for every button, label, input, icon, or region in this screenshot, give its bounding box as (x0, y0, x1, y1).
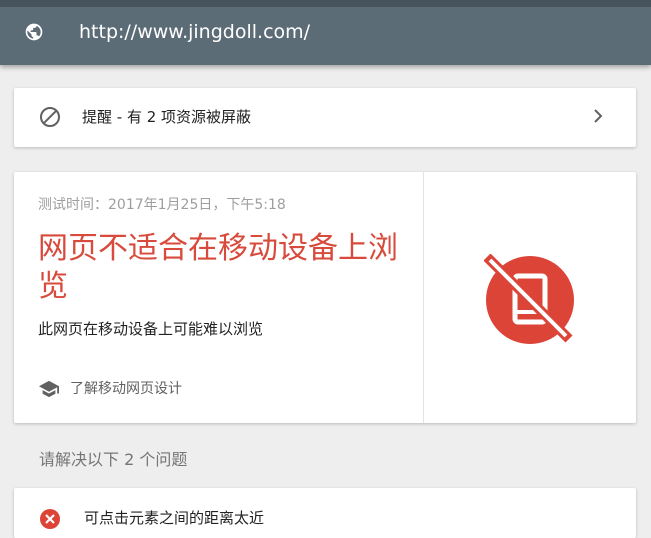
result-title: 网页不适合在移动设备上浏览 (38, 231, 398, 304)
block-icon (39, 106, 61, 128)
url-header-bar: http://www.jingdoll.com/ (0, 0, 651, 65)
error-icon (39, 508, 61, 530)
result-description: 此网页在移动设备上可能难以浏览 (38, 320, 264, 338)
result-details: 测试时间：2017年1月25日，下午5:18 网页不适合在移动设备上浏览 此网页… (14, 172, 424, 423)
mobile-friendly-result-card: 测试时间：2017年1月25日，下午5:18 网页不适合在移动设备上浏览 此网页… (14, 172, 636, 423)
school-icon (38, 379, 60, 399)
learn-link-text[interactable]: 了解移动网页设计 (70, 379, 182, 399)
blocked-resources-alert[interactable]: 提醒 - 有 2 项资源被屏蔽 (14, 88, 636, 147)
issue-text: 可点击元素之间的距离太近 (84, 509, 265, 527)
alert-text: 提醒 - 有 2 项资源被屏蔽 (82, 108, 252, 126)
mobile-off-icon (483, 253, 576, 346)
chevron-right-icon[interactable] (590, 108, 606, 124)
page-url: http://www.jingdoll.com/ (79, 21, 311, 43)
header-top-strip (0, 0, 651, 7)
globe-icon (24, 22, 44, 42)
test-timestamp: 测试时间：2017年1月25日，下午5:18 (38, 197, 286, 213)
issue-item[interactable]: 可点击元素之间的距离太近 (14, 488, 636, 538)
issues-heading: 请解决以下 2 个问题 (39, 450, 188, 469)
